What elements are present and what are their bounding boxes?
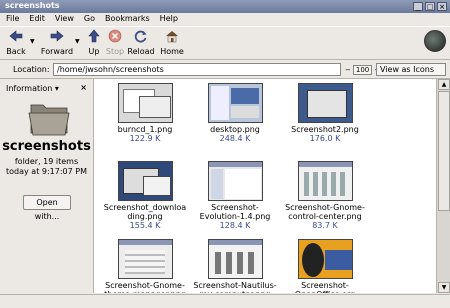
vertical-scrollbar[interactable]: ▲ ▼ xyxy=(436,79,450,293)
image-thumbnail-icon xyxy=(297,161,353,201)
file-item[interactable]: desktop.png 248.4 K xyxy=(190,81,280,154)
folder-modified: today at 9:17:07 PM xyxy=(6,167,87,176)
location-bar: Location: /home/jwsohn/screenshots − 100… xyxy=(0,60,450,79)
scroll-down-icon[interactable]: ▼ xyxy=(438,282,450,293)
file-item[interactable]: Screenshot_downloa ding.png 155.4 K xyxy=(100,159,190,232)
file-size: 248.4 K xyxy=(219,134,251,143)
back-button[interactable]: Back xyxy=(5,29,27,56)
file-name: Screenshot_downloa ding.png xyxy=(103,203,187,221)
file-name: Screenshot2.png xyxy=(291,125,359,134)
toolbar: Back ▼ Forward ▼ Up Stop Reload Home xyxy=(0,26,450,60)
view-as-select[interactable]: View as Icons xyxy=(376,63,446,76)
file-name: desktop.png xyxy=(210,125,260,134)
home-icon xyxy=(166,31,178,43)
file-item[interactable]: Screenshot- Evolution-1.4.png 128.4 K xyxy=(190,159,280,232)
stop-icon xyxy=(108,29,122,43)
sidebar: Information ▾ × screenshots folder, 19 i… xyxy=(0,79,94,293)
image-thumbnail-icon xyxy=(117,161,173,201)
view-as-value: View as Icons xyxy=(380,65,435,74)
file-name: Screenshot- OpenOffice.org xyxy=(295,281,355,293)
file-item[interactable]: burncd_1.png 122.9 K xyxy=(100,81,190,154)
up-button[interactable]: Up xyxy=(86,29,102,56)
file-item[interactable]: Screenshot2.png 176.0 K xyxy=(280,81,370,154)
minimize-button[interactable]: _ xyxy=(413,2,423,11)
location-input[interactable]: /home/jwsohn/screenshots xyxy=(53,63,341,76)
file-item[interactable]: Screenshot- OpenOffice.org xyxy=(280,237,370,293)
forward-history-dropdown-icon[interactable]: ▼ xyxy=(75,38,80,45)
open-with-button[interactable]: Open with... xyxy=(23,195,71,221)
file-name: Screenshot- Evolution-1.4.png xyxy=(199,203,271,221)
file-size: 176.0 K xyxy=(309,134,341,143)
title-bar[interactable]: screenshots _ □ × xyxy=(0,0,450,13)
file-item[interactable]: Screenshot-Gnome- theme-manager.png xyxy=(100,237,190,293)
back-arrow-icon xyxy=(9,30,23,42)
back-history-dropdown-icon[interactable]: ▼ xyxy=(30,38,35,45)
reload-button[interactable]: Reload xyxy=(127,29,155,56)
image-thumbnail-icon xyxy=(207,83,263,123)
home-button[interactable]: Home xyxy=(160,29,184,56)
sidebar-header: Information ▾ × xyxy=(3,82,89,94)
file-item[interactable]: Screenshot-Nautilus- my-computer.png xyxy=(190,237,280,293)
up-label: Up xyxy=(88,47,100,56)
scroll-up-icon[interactable]: ▲ xyxy=(438,79,450,90)
activity-throbber-icon xyxy=(424,30,446,52)
file-name: burncd_1.png xyxy=(117,125,173,134)
sidebar-type-select[interactable]: Information ▾ xyxy=(6,84,59,93)
forward-label: Forward xyxy=(40,47,74,56)
stop-button[interactable]: Stop xyxy=(105,29,125,56)
file-size: 122.9 K xyxy=(129,134,161,143)
file-icon-view[interactable]: burncd_1.png 122.9 K desktop.png 248.4 K… xyxy=(94,79,436,293)
forward-button[interactable]: Forward xyxy=(40,29,74,56)
image-thumbnail-icon xyxy=(297,239,353,279)
stop-label: Stop xyxy=(105,47,125,56)
menu-help[interactable]: Help xyxy=(157,13,183,25)
menu-go[interactable]: Go xyxy=(81,13,100,25)
file-name: Screenshot-Gnome- control-center.png xyxy=(285,203,365,221)
up-arrow-icon xyxy=(88,29,100,43)
sidebar-close-icon[interactable]: × xyxy=(80,83,87,92)
file-name: Screenshot-Gnome- theme-manager.png xyxy=(104,281,186,293)
file-size: 128.4 K xyxy=(219,221,251,230)
close-window-button[interactable]: × xyxy=(437,2,447,11)
file-name: Screenshot-Nautilus- my-computer.png xyxy=(193,281,277,293)
folder-details: folder, 19 items xyxy=(14,157,79,166)
folder-icon xyxy=(28,104,70,136)
file-size: 83.7 K xyxy=(312,221,338,230)
back-label: Back xyxy=(6,47,26,56)
image-thumbnail-icon xyxy=(297,83,353,123)
menu-file[interactable]: File xyxy=(3,13,24,25)
home-label: Home xyxy=(160,47,184,56)
image-thumbnail-icon xyxy=(117,83,173,123)
image-thumbnail-icon xyxy=(207,161,263,201)
window-title: screenshots xyxy=(5,1,60,10)
reload-label: Reload xyxy=(127,47,155,56)
reload-icon xyxy=(134,30,147,43)
maximize-button[interactable]: □ xyxy=(425,2,435,11)
sidebar-type-value: Information xyxy=(6,84,53,93)
status-bar xyxy=(0,294,450,308)
scrollbar-thumb[interactable] xyxy=(438,91,450,211)
image-thumbnail-icon xyxy=(117,239,173,279)
location-label: Location: xyxy=(13,65,50,74)
menu-bookmarks[interactable]: Bookmarks xyxy=(102,13,155,25)
file-size: 155.4 K xyxy=(129,221,161,230)
file-item[interactable]: Screenshot-Gnome- control-center.png 83.… xyxy=(280,159,370,232)
zoom-out-button[interactable]: − xyxy=(345,66,351,74)
zoom-level[interactable]: 100 xyxy=(352,65,373,75)
menu-edit[interactable]: Edit xyxy=(26,13,50,25)
folder-name: screenshots xyxy=(2,139,91,154)
menu-bar: File Edit View Go Bookmarks Help xyxy=(0,13,450,25)
zoom-control: − 100 + xyxy=(345,65,380,75)
image-thumbnail-icon xyxy=(207,239,263,279)
forward-arrow-icon xyxy=(50,30,64,42)
menu-view[interactable]: View xyxy=(52,13,79,25)
